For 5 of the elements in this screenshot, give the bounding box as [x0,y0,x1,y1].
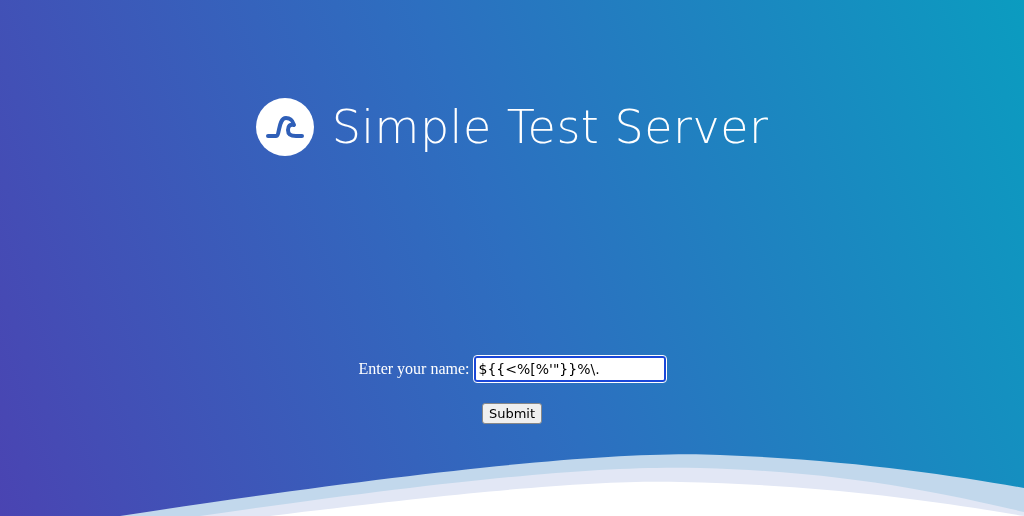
name-input-field[interactable]: ${{<%[%'"}}%\. [473,356,666,382]
submit-button[interactable]: Submit [481,403,543,424]
site-title: Simple Test Server [331,99,769,155]
name-label: Enter your name: [358,360,470,378]
wave-logo-icon [255,98,314,156]
